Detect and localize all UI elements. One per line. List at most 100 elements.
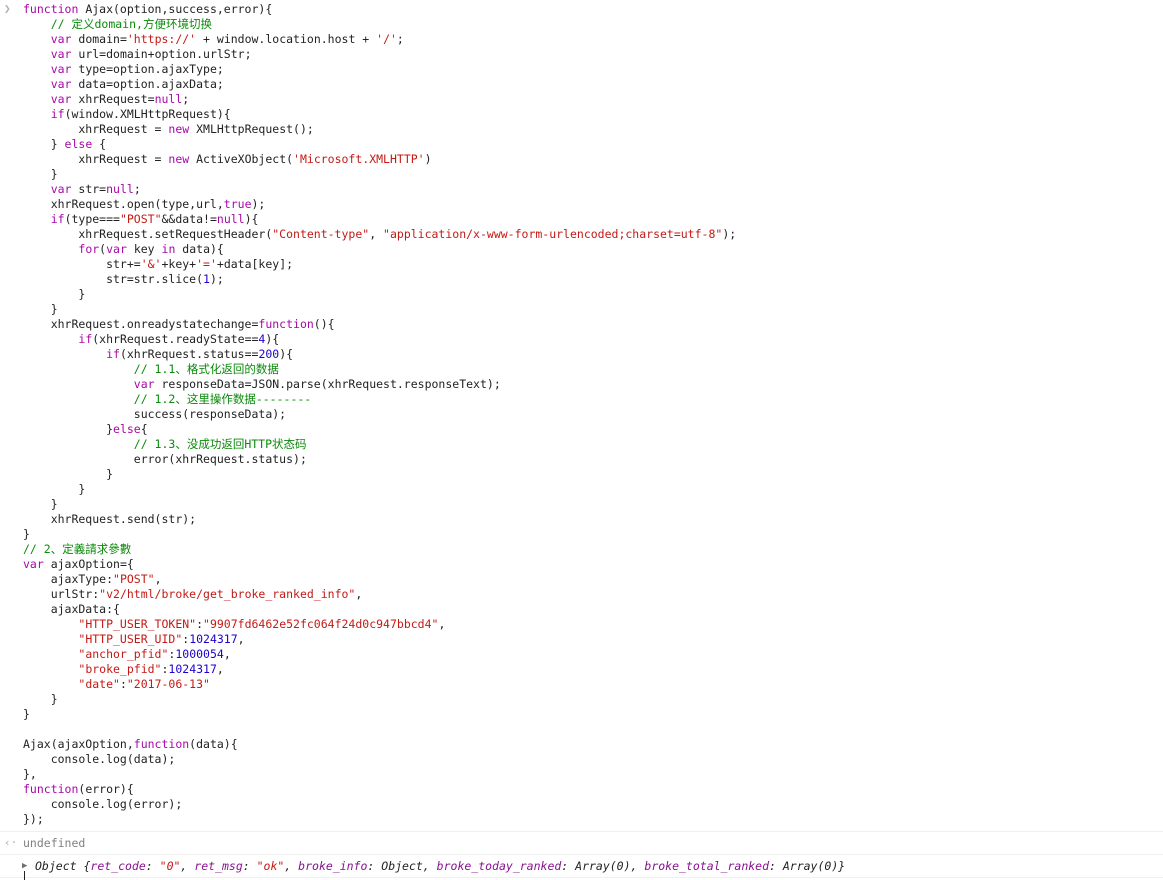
code-token: console.log(error); xyxy=(23,797,183,811)
code-token: 1024317 xyxy=(189,632,238,646)
code-token: : xyxy=(119,677,127,691)
code-block[interactable]: function Ajax(option,success,error){ // … xyxy=(0,2,1163,827)
code-token: &&data!= xyxy=(161,212,217,226)
code-token: str= xyxy=(71,182,107,196)
code-line: xhrRequest = new ActiveXObject('Microsof… xyxy=(23,152,1163,167)
code-token: "9907fd6462e52fc064f24d0c947bbcd4" xyxy=(203,617,439,631)
code-line: var type=option.ajaxType; xyxy=(23,62,1163,77)
code-line: var str=null; xyxy=(23,182,1163,197)
code-token: xhrRequest.open(type,url, xyxy=(23,197,224,211)
code-token: var xyxy=(50,182,72,196)
code-token: '/' xyxy=(376,32,397,46)
code-token: ajaxType: xyxy=(23,572,114,586)
code-line: "HTTP_USER_TOKEN":"9907fd6462e52fc064f24… xyxy=(23,617,1163,632)
code-token: new xyxy=(168,122,190,136)
code-token: { xyxy=(92,137,107,151)
code-line: var responseData=JSON.parse(xhrRequest.r… xyxy=(23,377,1163,392)
code-token: success(responseData); xyxy=(23,407,287,421)
code-token: } xyxy=(23,467,114,481)
code-token: ; xyxy=(396,32,404,46)
console-prompt-line[interactable] xyxy=(0,868,1163,880)
code-line: var xhrRequest=null; xyxy=(23,92,1163,107)
code-token: 'Microsoft.XMLHTTP' xyxy=(293,152,425,166)
code-token: ); xyxy=(251,197,266,211)
code-token: url=domain+option.urlStr; xyxy=(71,47,252,61)
code-token: "v2/html/broke/get_broke_ranked_info" xyxy=(99,587,356,601)
code-token: domain= xyxy=(71,32,127,46)
code-token: ; xyxy=(182,92,190,106)
code-token: "HTTP_USER_UID" xyxy=(78,632,183,646)
code-line: }); xyxy=(23,812,1163,827)
code-token: + window.location.host + xyxy=(196,32,377,46)
code-line: Ajax(ajaxOption,function(data){ xyxy=(23,737,1163,752)
code-line: "date":"2017-06-13" xyxy=(23,677,1163,692)
code-token: data){ xyxy=(175,242,224,256)
code-token: xhrRequest= xyxy=(71,92,155,106)
code-token: key xyxy=(126,242,162,256)
code-line: } xyxy=(23,482,1163,497)
code-line: // 定义domain,方便环境切换 xyxy=(23,17,1163,32)
code-line: }else{ xyxy=(23,422,1163,437)
code-line: } xyxy=(23,497,1163,512)
code-token: 1024317 xyxy=(168,662,217,676)
console-input-entry[interactable]: ❯ function Ajax(option,success,error){ /… xyxy=(0,0,1163,832)
code-line: "anchor_pfid":1000054, xyxy=(23,647,1163,662)
code-token: ){ xyxy=(279,347,294,361)
code-token: var xyxy=(23,557,44,571)
code-line: // 2、定義請求參數 xyxy=(23,542,1163,557)
code-token: "2017-06-13" xyxy=(126,677,210,691)
code-line: str+='&'+key+'='+data[key]; xyxy=(23,257,1163,272)
code-line: urlStr:"v2/html/broke/get_broke_ranked_i… xyxy=(23,587,1163,602)
code-token: var xyxy=(133,377,155,391)
code-token: if xyxy=(50,212,65,226)
code-token: , xyxy=(438,617,446,631)
code-token: "POST" xyxy=(119,212,162,226)
code-token: ); xyxy=(722,227,737,241)
code-token: +key+ xyxy=(161,257,197,271)
code-token: error(xhrRequest.status); xyxy=(23,452,307,466)
code-line: } xyxy=(23,707,1163,722)
code-token: } xyxy=(23,167,58,181)
code-line: xhrRequest.open(type,url,true); xyxy=(23,197,1163,212)
code-line: // 1.3、没成功返回HTTP状态码 xyxy=(23,437,1163,452)
code-line: success(responseData); xyxy=(23,407,1163,422)
code-token: (type=== xyxy=(64,212,120,226)
code-line: error(xhrRequest.status); xyxy=(23,452,1163,467)
code-token: '=' xyxy=(196,257,217,271)
code-token: , xyxy=(237,632,245,646)
code-token: // 2、定義請求參數 xyxy=(23,542,132,556)
text-caret xyxy=(24,871,25,880)
code-token: xhrRequest.send(str); xyxy=(23,512,197,526)
code-token: null xyxy=(154,92,183,106)
code-token: "Content-type" xyxy=(272,227,370,241)
code-token: function xyxy=(23,782,79,796)
code-line: ajaxData:{ xyxy=(23,602,1163,617)
code-token: ActiveXObject( xyxy=(189,152,294,166)
code-token: "POST" xyxy=(113,572,155,586)
code-line: function(error){ xyxy=(23,782,1163,797)
code-token: 'https://' xyxy=(126,32,197,46)
code-token: , xyxy=(154,572,162,586)
code-token: // 1.3、没成功返回HTTP状态码 xyxy=(133,437,307,451)
code-token: (){ xyxy=(313,317,335,331)
result-prompt-icon: ‹· xyxy=(4,836,18,849)
code-token: var xyxy=(50,47,72,61)
code-line: var data=option.ajaxData; xyxy=(23,77,1163,92)
code-token: if xyxy=(106,347,120,361)
code-token: 1 xyxy=(203,272,210,286)
code-token: (data){ xyxy=(189,737,238,751)
code-line: } xyxy=(23,167,1163,182)
code-line: }, xyxy=(23,767,1163,782)
